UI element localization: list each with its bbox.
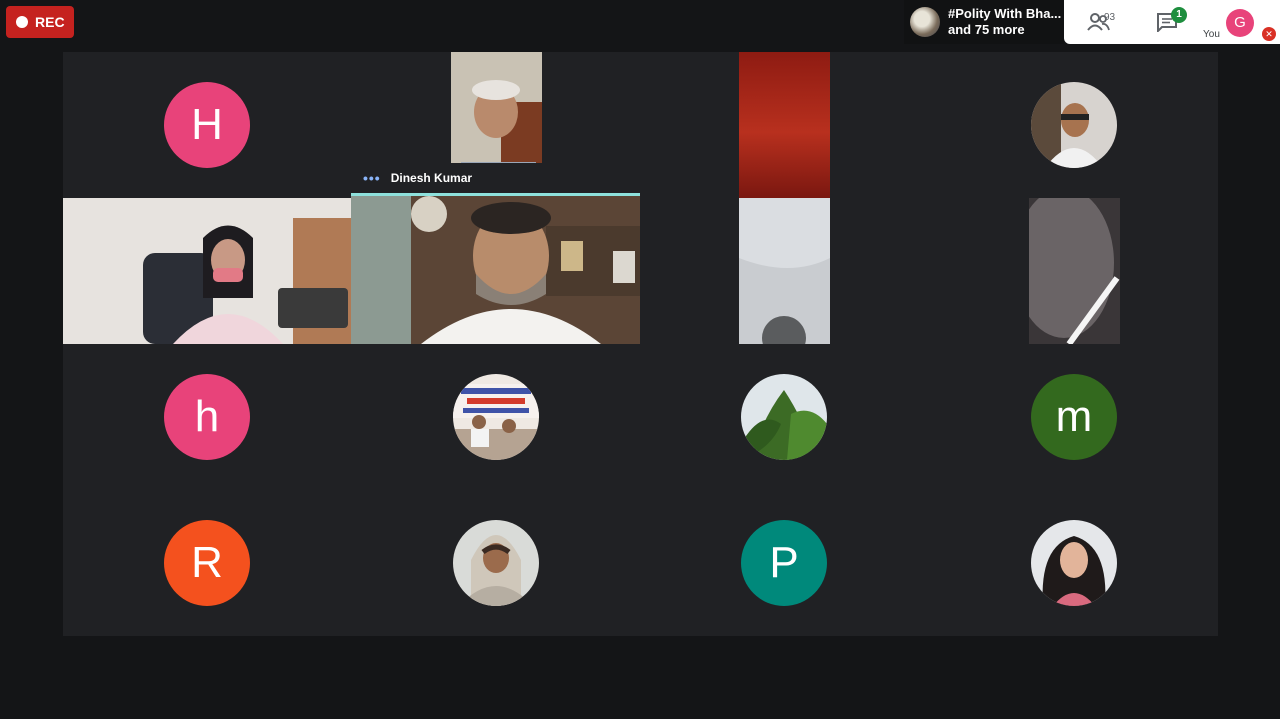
participant-video bbox=[351, 196, 640, 344]
active-speaker-label: ••• Dinesh Kumar bbox=[351, 163, 640, 193]
participant-photo-avatar[interactable] bbox=[741, 374, 827, 460]
participant-video bbox=[63, 198, 351, 344]
meeting-title: #Polity With Bha... bbox=[948, 6, 1062, 21]
participant-video bbox=[1029, 198, 1120, 344]
active-speaker-video[interactable] bbox=[351, 196, 640, 344]
top-toolbar: 93 1 You G ✕ bbox=[1064, 0, 1280, 44]
participant-video bbox=[739, 198, 830, 344]
chat-badge: 1 bbox=[1171, 7, 1187, 23]
participant-video-tile[interactable] bbox=[63, 198, 351, 344]
participant-avatar[interactable]: P bbox=[741, 520, 827, 606]
recording-label: REC bbox=[35, 14, 65, 30]
recording-indicator: REC bbox=[6, 6, 74, 38]
self-avatar[interactable]: G bbox=[1226, 9, 1254, 37]
meeting-avatar bbox=[910, 7, 940, 37]
participant-avatar[interactable]: R bbox=[164, 520, 250, 606]
participant-photo-avatar[interactable] bbox=[453, 520, 539, 606]
participant-photo-avatar[interactable] bbox=[453, 374, 539, 460]
participant-grid: H ••• Dinesh Kumar h m R P bbox=[63, 52, 1218, 636]
record-dot-icon bbox=[16, 16, 28, 28]
participant-avatar[interactable]: h bbox=[164, 374, 250, 460]
mic-off-icon: ✕ bbox=[1262, 27, 1276, 41]
audio-indicator-icon: ••• bbox=[363, 170, 381, 186]
participant-photo-avatar[interactable] bbox=[1031, 520, 1117, 606]
active-speaker-name: Dinesh Kumar bbox=[390, 171, 473, 185]
participant-video-tile[interactable] bbox=[739, 52, 830, 198]
participants-count: 93 bbox=[1104, 12, 1116, 23]
participant-avatar[interactable]: m bbox=[1031, 374, 1117, 460]
participant-avatar[interactable]: H bbox=[164, 82, 250, 168]
meeting-info[interactable]: #Polity With Bha... and 75 more bbox=[904, 0, 1064, 44]
self-label: You bbox=[1203, 29, 1220, 40]
meeting-subtitle: and 75 more bbox=[948, 22, 1025, 37]
participant-photo-avatar[interactable] bbox=[1031, 82, 1117, 168]
participant-video-tile[interactable] bbox=[1029, 198, 1120, 344]
participant-video-tile[interactable] bbox=[739, 198, 830, 344]
